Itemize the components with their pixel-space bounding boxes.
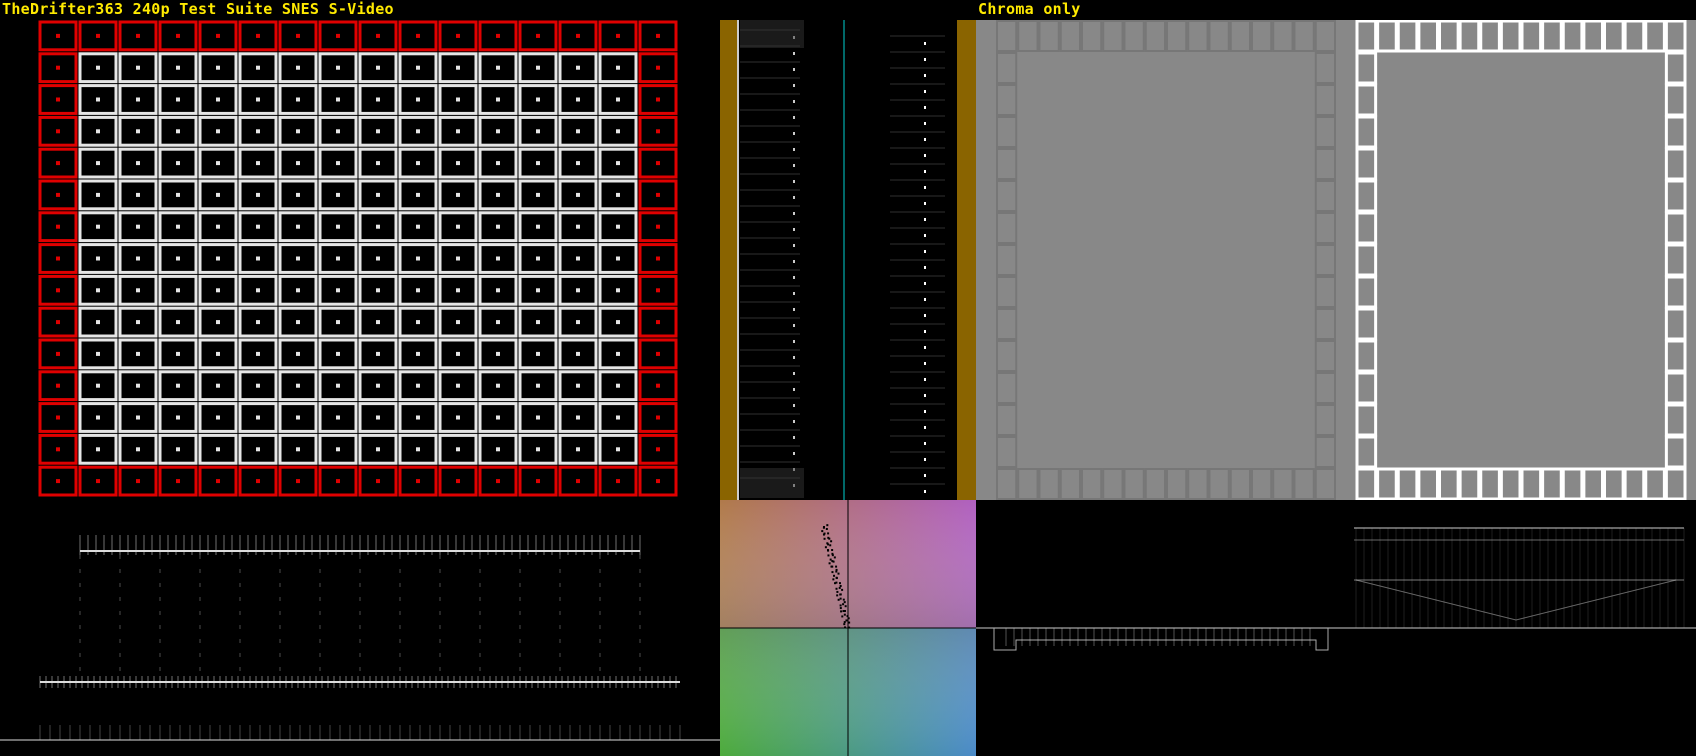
vectorscope [720,500,976,756]
chroma-waveform [976,500,1696,756]
parade-waveform [720,20,976,500]
suite-title: TheDrifter363 240p Test Suite SNES S-Vid… [2,0,394,18]
grid-test-pattern [38,20,684,497]
luma-waveform [0,500,720,756]
chroma-only-view [976,20,1696,500]
chroma-only-label: Chroma only [978,0,1081,18]
